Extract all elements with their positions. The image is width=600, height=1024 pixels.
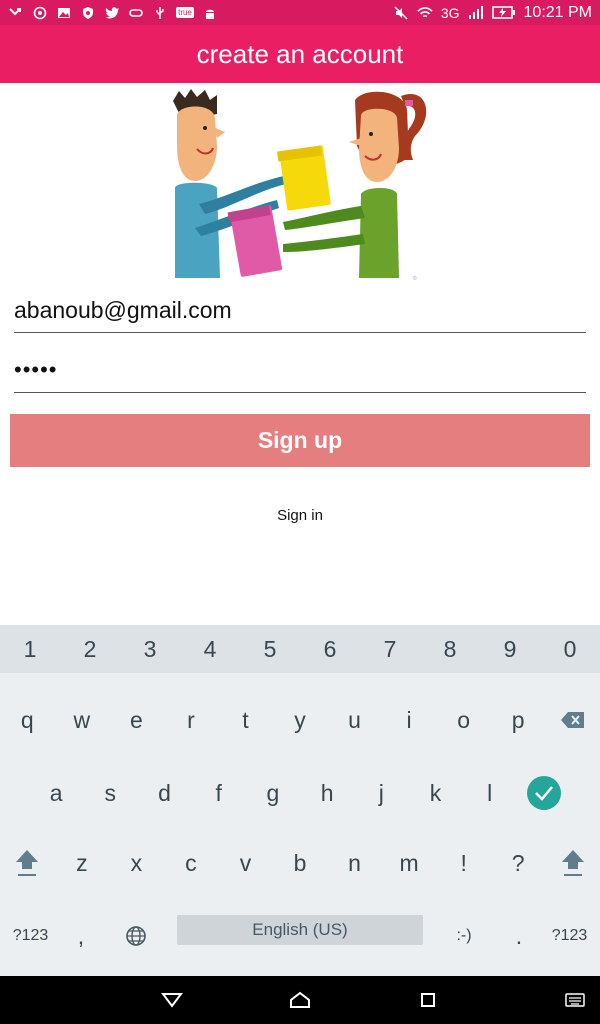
- soft-keyboard: 1234567890 qwertyuiop asdfghjkl z x c v b n m!…: [0, 625, 600, 976]
- app-bar: create an account: [0, 25, 600, 83]
- backspace-icon[interactable]: [545, 695, 600, 745]
- page-title: create an account: [196, 38, 404, 69]
- navigation-bar: [0, 976, 600, 1024]
- letter-key[interactable]: c: [164, 838, 219, 888]
- letter-key[interactable]: d: [137, 768, 191, 818]
- letter-key[interactable]: e: [109, 695, 164, 745]
- letter-key[interactable]: !: [436, 838, 491, 888]
- wifi-icon: [417, 6, 433, 20]
- missed-call-icon: [8, 6, 24, 20]
- number-key[interactable]: 2: [60, 625, 120, 673]
- whatsapp-icon: [32, 6, 48, 20]
- key-row-3: z x c v b n m!?: [0, 838, 600, 888]
- key-row-1: qwertyuiop: [0, 695, 600, 745]
- letter-key[interactable]: i: [382, 695, 437, 745]
- letter-key[interactable]: y: [273, 695, 328, 745]
- screen: true 3G 10:21 PM create an account © aba…: [0, 0, 600, 1024]
- letter-key[interactable]: o: [436, 695, 491, 745]
- number-key[interactable]: 0: [540, 625, 600, 673]
- letter-key[interactable]: ?: [491, 838, 546, 888]
- back-icon[interactable]: [152, 976, 192, 1024]
- number-key[interactable]: 4: [180, 625, 240, 673]
- number-key[interactable]: 1: [0, 625, 60, 673]
- space-bar[interactable]: English (US): [177, 915, 423, 945]
- letter-key[interactable]: u: [327, 695, 382, 745]
- status-bar: true 3G 10:21 PM: [0, 0, 600, 25]
- letter-key[interactable]: j: [354, 768, 408, 818]
- letter-key[interactable]: t: [218, 695, 273, 745]
- letter-key[interactable]: f: [192, 768, 246, 818]
- key-row-4: ?123 , English (US) :-) . ?123: [0, 915, 600, 957]
- number-key[interactable]: 5: [240, 625, 300, 673]
- number-key[interactable]: 6: [300, 625, 360, 673]
- android-icon: [202, 6, 218, 20]
- shift-icon-right[interactable]: [545, 838, 600, 888]
- letter-key[interactable]: v: [218, 838, 273, 888]
- link-icon: [128, 6, 144, 20]
- number-key[interactable]: 7: [360, 625, 420, 673]
- network-type: 3G: [440, 4, 460, 21]
- keyboard-switch-icon[interactable]: [560, 976, 590, 1024]
- book-exchange-illustration: ©: [165, 86, 440, 284]
- true-label: true: [176, 7, 194, 18]
- shift-icon[interactable]: [0, 838, 55, 888]
- emoticon-key[interactable]: :-): [429, 915, 499, 957]
- letter-key[interactable]: r: [164, 695, 219, 745]
- letter-key[interactable]: n: [327, 838, 382, 888]
- letter-key[interactable]: g: [246, 768, 300, 818]
- globe-icon[interactable]: [101, 915, 171, 957]
- true-app-icon: true: [176, 6, 194, 20]
- password-input[interactable]: [14, 351, 586, 389]
- sign-in-link[interactable]: Sign in: [0, 507, 600, 524]
- letter-key[interactable]: h: [300, 768, 354, 818]
- number-row: 1234567890: [0, 625, 600, 673]
- letter-key[interactable]: z: [55, 838, 110, 888]
- letter-key[interactable]: p: [491, 695, 546, 745]
- letter-key[interactable]: x: [109, 838, 164, 888]
- sign-up-button[interactable]: Sign up: [10, 414, 590, 467]
- letter-key[interactable]: b: [273, 838, 328, 888]
- period-key[interactable]: .: [499, 915, 539, 957]
- key-row-2: asdfghjkl: [0, 768, 600, 818]
- svg-text:©: ©: [413, 275, 417, 282]
- twitter-icon: [104, 6, 120, 20]
- done-check-icon[interactable]: [517, 768, 571, 818]
- mute-icon: [393, 5, 409, 20]
- letter-key[interactable]: w: [55, 695, 110, 745]
- letter-key[interactable]: k: [408, 768, 462, 818]
- letter-key[interactable]: q: [0, 695, 55, 745]
- symbols-key[interactable]: ?123: [0, 915, 61, 957]
- number-key[interactable]: 9: [480, 625, 540, 673]
- recents-icon[interactable]: [408, 976, 448, 1024]
- letter-key[interactable]: l: [463, 768, 517, 818]
- signal-icon: [468, 5, 484, 20]
- number-key[interactable]: 3: [120, 625, 180, 673]
- comma-key[interactable]: ,: [61, 915, 101, 957]
- letter-key[interactable]: m: [382, 838, 437, 888]
- battery-charging-icon: [491, 6, 516, 20]
- letter-key[interactable]: s: [83, 768, 137, 818]
- home-icon[interactable]: [280, 976, 320, 1024]
- letter-key[interactable]: a: [29, 768, 83, 818]
- image-icon: [56, 6, 72, 20]
- number-key[interactable]: 8: [420, 625, 480, 673]
- usb-icon: [152, 6, 168, 20]
- email-input[interactable]: [14, 290, 586, 330]
- symbols-key-right[interactable]: ?123: [539, 915, 600, 957]
- password-field[interactable]: [14, 351, 586, 393]
- clock: 10:21 PM: [523, 3, 592, 21]
- email-field[interactable]: [14, 290, 586, 333]
- shield-icon: [80, 6, 96, 20]
